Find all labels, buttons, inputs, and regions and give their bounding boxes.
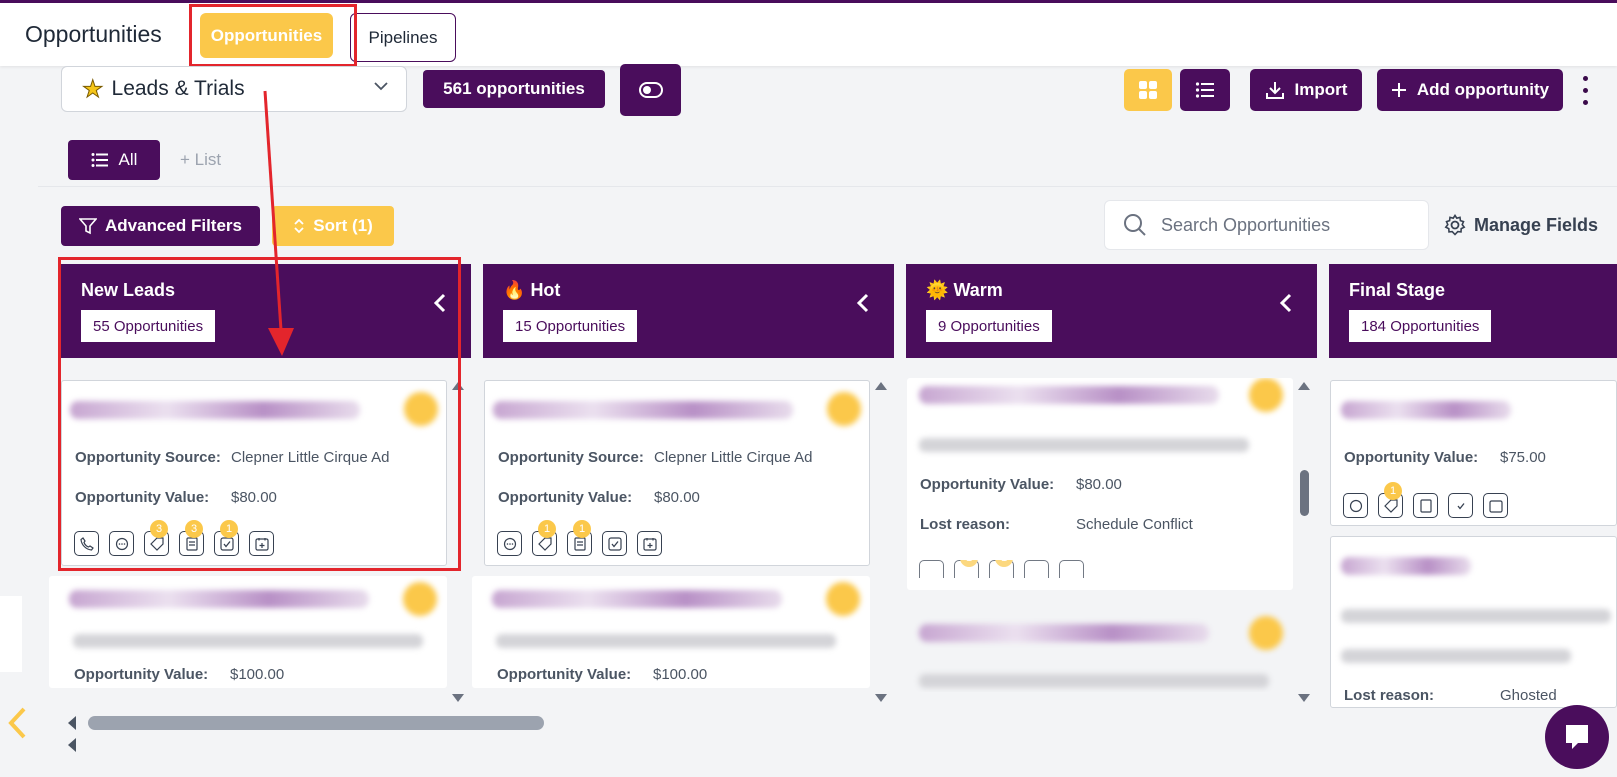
annotation-arrow (263, 90, 294, 356)
